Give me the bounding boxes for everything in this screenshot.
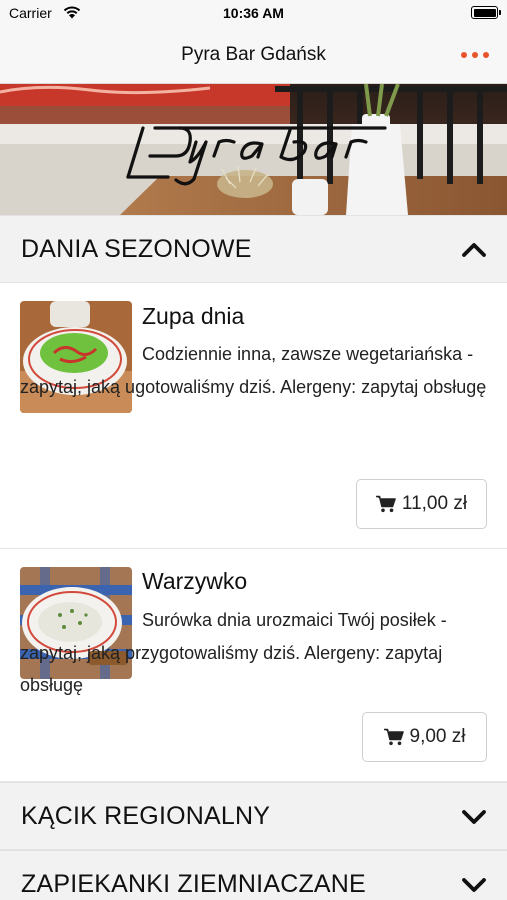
chevron-down-icon bbox=[462, 878, 486, 892]
item-name: Warzywko bbox=[142, 568, 248, 594]
menu-item: Zupa dnia Codziennie inna, zawsze wegeta… bbox=[0, 283, 507, 549]
restaurant-banner-image bbox=[0, 84, 507, 215]
section-header-dania-sezonowe[interactable]: DANIA SEZONOWE bbox=[0, 215, 507, 283]
clock: 10:36 AM bbox=[223, 5, 284, 21]
status-bar: Carrier 10:36 AM bbox=[0, 0, 507, 26]
more-dots-icon[interactable] bbox=[461, 46, 489, 64]
item-name: Zupa dnia bbox=[142, 303, 245, 329]
item-description: Codziennie inna, zawsze wegetariańska - … bbox=[20, 344, 487, 397]
dot bbox=[461, 52, 467, 58]
section-header-kacik-regionalny[interactable]: KĄCIK REGIONALNY bbox=[0, 782, 507, 850]
section-header-zapiekanki-ziemniaczane[interactable]: ZAPIEKANKI ZIEMNIACZANE bbox=[0, 850, 507, 900]
menu-item: Warzywko Surówka dnia urozmaici Twój pos… bbox=[0, 549, 507, 782]
dot bbox=[483, 52, 489, 58]
page-title: Pyra Bar Gdańsk bbox=[181, 44, 326, 65]
dot bbox=[472, 52, 478, 58]
add-to-cart-button[interactable]: 11,00 zł bbox=[356, 479, 487, 529]
section-title: KĄCIK REGIONALNY bbox=[21, 802, 271, 830]
chevron-up-icon bbox=[462, 243, 486, 257]
price-label: 11,00 zł bbox=[401, 493, 468, 514]
add-to-cart-button[interactable]: 9,00 zł bbox=[362, 712, 487, 762]
cart-icon bbox=[375, 495, 396, 513]
cart-icon bbox=[383, 728, 404, 746]
chevron-down-icon bbox=[462, 810, 486, 824]
section-title: ZAPIEKANKI ZIEMNIACZANE bbox=[21, 870, 366, 898]
navigation-bar: Pyra Bar Gdańsk bbox=[0, 26, 507, 84]
section-title: DANIA SEZONOWE bbox=[21, 235, 252, 263]
price-label: 9,00 zł bbox=[409, 726, 466, 747]
item-description: Surówka dnia urozmaici Twój posiłek - za… bbox=[20, 610, 447, 695]
battery-icon bbox=[471, 6, 501, 19]
